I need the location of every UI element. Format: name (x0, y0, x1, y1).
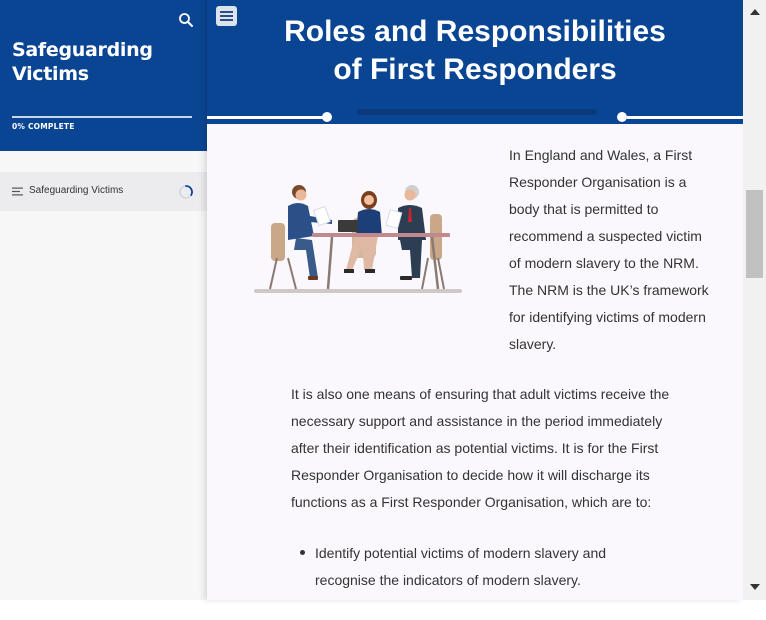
lesson-title-line-1: Roles and Responsibilities (284, 15, 666, 48)
progress-label: 0% COMPLETE (12, 122, 75, 131)
scroll-down-arrow-icon[interactable] (750, 584, 760, 590)
intro-text: In England and Wales, a First Responder … (509, 147, 709, 352)
banner-divider-left (207, 116, 327, 119)
in-progress-spinner-icon (179, 185, 193, 199)
banner-divider-dot-left (322, 112, 332, 122)
vertical-scrollbar[interactable] (743, 0, 766, 600)
course-sidebar: Safeguarding Victims 0% COMPLETE Safegua… (0, 0, 207, 600)
lesson-header-banner: Roles and Responsibilities of First Resp… (207, 0, 743, 124)
menu-toggle-button[interactable] (216, 6, 237, 26)
hamburger-menu-icon-bar (220, 15, 233, 17)
hamburger-menu-icon (220, 11, 233, 13)
course-title: Safeguarding Victims (12, 39, 153, 85)
scrollbar-thumb[interactable] (746, 190, 763, 278)
lesson-content: Roles and Responsibilities of First Resp… (207, 0, 743, 600)
search-icon[interactable] (178, 12, 194, 28)
course-progress-bar (12, 116, 192, 118)
hamburger-menu-icon-bar (220, 19, 233, 21)
bullet-marker (300, 550, 305, 555)
sidebar-item-safeguarding-victims[interactable]: Safeguarding Victims (0, 172, 207, 211)
meeting-illustration (254, 185, 462, 293)
lesson-list-icon (12, 187, 23, 196)
sidebar-header: Safeguarding Victims 0% COMPLETE (0, 0, 207, 151)
sidebar-item-label: Safeguarding Victims (29, 185, 124, 196)
banner-divider-dot-right (617, 112, 627, 122)
scroll-up-arrow-icon[interactable] (750, 9, 760, 15)
lesson-title: Roles and Responsibilities of First Resp… (247, 13, 703, 89)
lesson-title-line-2: of First Responders (333, 53, 617, 86)
list-item: Identify potential victims of modern sla… (315, 545, 607, 588)
banner-decoration (357, 109, 597, 115)
banner-divider-right (627, 116, 743, 119)
body-paragraph: It is also one means of ensuring that ad… (291, 386, 670, 510)
